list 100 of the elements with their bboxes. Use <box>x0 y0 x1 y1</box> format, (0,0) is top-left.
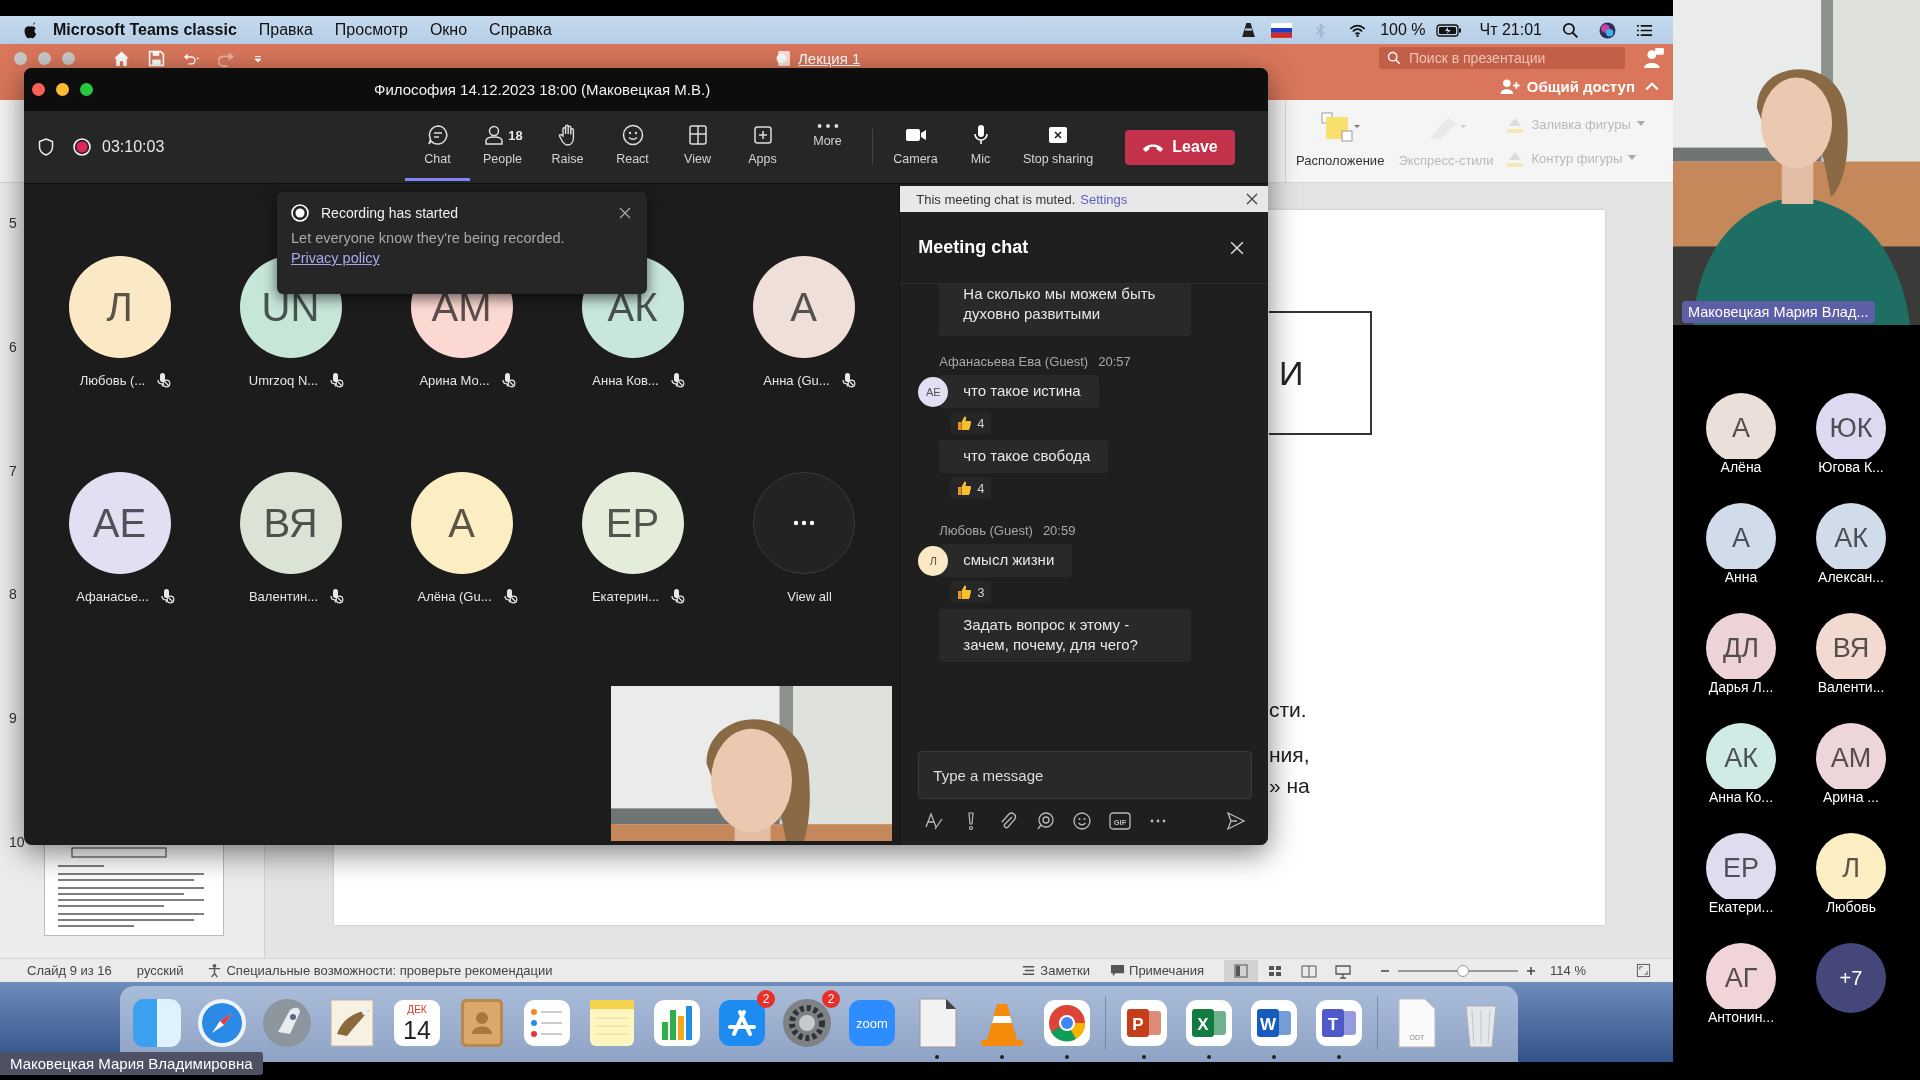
gear-icon[interactable] <box>780 996 834 1050</box>
record-icon <box>291 204 309 222</box>
close-window-button[interactable] <box>32 83 45 96</box>
view-all-label[interactable]: View all <box>787 588 832 604</box>
window-button[interactable] <box>38 51 51 65</box>
document-title: Лекция 1 <box>798 49 861 67</box>
accessibility-icon[interactable] <box>207 963 223 978</box>
stop-button[interactable]: Stop sharing <box>1013 121 1103 181</box>
zoom-in-icon[interactable] <box>1526 965 1537 976</box>
ribbon-label[interactable]: Расположение <box>1296 153 1385 168</box>
react-button[interactable]: React <box>600 121 665 181</box>
chat-title: Meeting chat <box>918 237 1030 258</box>
message-time: 20:59 <box>1042 523 1076 538</box>
format-icon[interactable] <box>924 811 945 831</box>
muted-mic-icon <box>499 372 516 388</box>
language[interactable]: русский <box>136 963 184 978</box>
shield-icon[interactable] <box>38 138 54 156</box>
more-icon <box>791 520 816 526</box>
avatar: Л <box>68 256 171 358</box>
finder-icon[interactable] <box>130 996 184 1050</box>
battery-percent: 100 % <box>1380 21 1426 39</box>
participant-name: Арина Мо... <box>419 372 490 388</box>
window-button[interactable] <box>62 51 75 65</box>
home-icon[interactable] <box>113 49 130 67</box>
apple-icon[interactable] <box>22 21 39 39</box>
participant-name: Анна <box>1722 569 1760 585</box>
compass-icon[interactable] <box>195 996 249 1050</box>
slide-text: И <box>1279 353 1304 393</box>
search-icon[interactable] <box>1562 21 1579 39</box>
minimize-window-button[interactable] <box>56 83 69 96</box>
meeting-timer: 03:10:03 <box>102 138 165 156</box>
smiley-icon <box>620 123 645 147</box>
slide-text: сти. <box>1269 697 1308 723</box>
loop-icon[interactable] <box>1035 811 1056 831</box>
slide-number: 6 <box>8 338 18 355</box>
zoom-window-button[interactable] <box>80 83 93 96</box>
app-menu[interactable]: Microsoft Teams classic <box>53 21 237 39</box>
fit-to-window-icon[interactable] <box>1636 963 1651 978</box>
notes-button[interactable]: Заметки <box>1021 963 1091 978</box>
slide-thumbnail[interactable] <box>43 842 225 937</box>
menu-item[interactable]: Просмотр <box>334 21 408 39</box>
slide-counter: Слайд 9 из 16 <box>27 963 112 978</box>
smiley-icon[interactable] <box>1072 811 1093 831</box>
accessibility-status[interactable]: Специальные возможности: проверьте рекомендации <box>226 963 553 978</box>
chat-message: Задать вопрос к этому - зачем, почему, для чего? <box>939 609 1192 662</box>
menu-item[interactable]: Окно <box>429 21 468 39</box>
menu-item[interactable]: Справка <box>489 21 552 39</box>
muted-mic-icon <box>839 372 856 388</box>
mic-button[interactable]: Mic <box>948 121 1013 181</box>
chat-button[interactable]: Chat <box>405 121 470 181</box>
traffic-cone-icon[interactable] <box>1240 21 1258 39</box>
participant-name: Алексан... <box>1816 569 1886 585</box>
clock[interactable]: Чт 21:01 <box>1479 21 1542 39</box>
reaction-pill[interactable]: 4 <box>950 412 991 434</box>
slide-number: 8 <box>8 586 18 603</box>
thumbs-up-icon <box>956 415 973 431</box>
comment-icon <box>1110 963 1126 978</box>
participant-name: Анна Ков... <box>592 372 659 388</box>
rocket-icon[interactable] <box>260 996 314 1050</box>
close-icon[interactable] <box>619 207 631 219</box>
recording-icon <box>73 138 91 156</box>
participant-name: Валенти... <box>1815 679 1887 695</box>
view-button[interactable]: View <box>665 121 730 181</box>
chevron-up-icon[interactable] <box>1645 81 1659 91</box>
muted-mic-icon <box>501 588 518 604</box>
more-icon <box>815 123 840 129</box>
raise-button[interactable]: Raise <box>535 121 600 181</box>
close-icon[interactable] <box>1246 193 1258 205</box>
zoom-percent[interactable]: 114 % <box>1550 963 1586 978</box>
comments-button[interactable]: Примечания <box>1110 963 1205 978</box>
settings-link[interactable]: Settings <box>1080 191 1128 207</box>
message-field[interactable]: Type a message <box>918 751 1252 799</box>
presenter-name: Маковецкая Мария Влад... <box>1682 301 1875 323</box>
slide-number: 10 <box>8 834 26 851</box>
flag-icon[interactable] <box>1271 21 1293 39</box>
reaction-pill[interactable]: 3 <box>950 581 991 603</box>
orb-icon[interactable] <box>1599 21 1616 39</box>
presentation-file-icon <box>775 49 792 67</box>
normal-view-icon[interactable] <box>1224 959 1259 982</box>
muted-mic-icon <box>155 372 172 388</box>
slider-thumb[interactable] <box>1456 964 1469 977</box>
avatar: АЕ <box>68 472 171 574</box>
reaction-pill[interactable]: 4 <box>950 477 991 499</box>
search-field[interactable]: Поиск в презентации <box>1379 47 1625 69</box>
participant-name: Алёна (Gu... <box>417 588 492 604</box>
more-button[interactable]: More <box>795 121 860 181</box>
person-speech-icon[interactable] <box>1643 47 1665 69</box>
people-button[interactable]: 18 People <box>470 121 535 181</box>
participant-name: Любовь (... <box>79 372 146 388</box>
save-icon[interactable] <box>148 49 165 67</box>
leave-button[interactable]: Leave <box>1125 129 1235 165</box>
apps-button[interactable]: Apps <box>730 121 795 181</box>
battery-icon[interactable] <box>1435 21 1462 39</box>
send-icon[interactable] <box>1226 811 1246 831</box>
avatar: АЕ <box>918 376 949 407</box>
camera-button[interactable]: Camera <box>883 121 948 181</box>
people-count: 18 <box>508 127 523 143</box>
slide-number: 9 <box>8 710 18 727</box>
menu-item[interactable]: Правка <box>258 21 313 39</box>
participant-name: Арина ... <box>1821 789 1881 805</box>
